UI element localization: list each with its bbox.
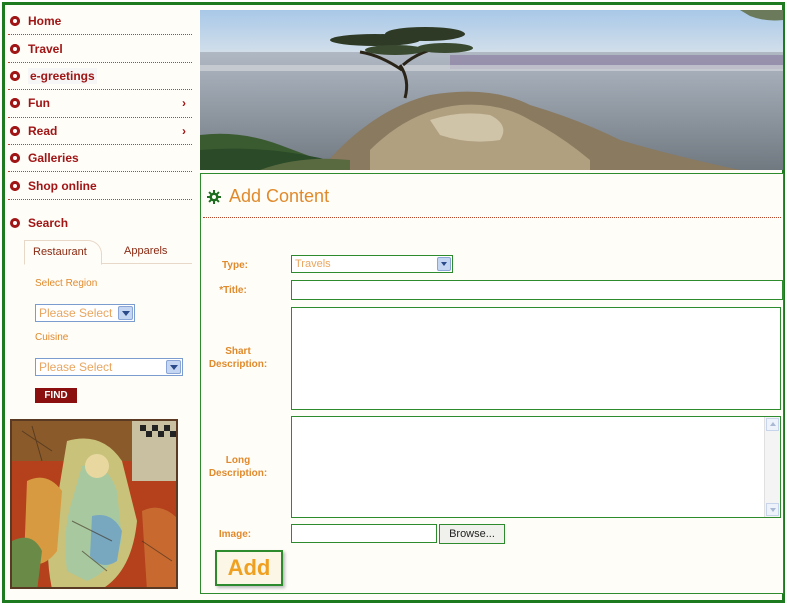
nav-label: e-greetings <box>28 67 97 84</box>
page-title: Add Content <box>229 186 330 206</box>
nav-item-shop-online[interactable]: Shop online <box>8 172 192 200</box>
circle-bullet-icon <box>10 217 20 228</box>
scroll-down-icon[interactable] <box>766 503 779 516</box>
textarea-scrollbar[interactable] <box>764 417 780 517</box>
circle-bullet-icon <box>10 125 20 136</box>
chevron-down-icon <box>166 359 181 374</box>
chevron-down-icon <box>118 305 133 320</box>
circle-bullet-icon <box>10 180 20 191</box>
circle-bullet-icon <box>10 98 20 109</box>
nav-item-e-greetings[interactable]: e-greetings <box>8 63 192 91</box>
nav-item-galleries[interactable]: Galleries <box>8 145 192 173</box>
cuisine-select-value: Please Select <box>39 359 113 374</box>
cuisine-label: Cuisine <box>35 331 69 343</box>
landscape-graphic <box>200 10 783 170</box>
search-tabs: Restaurant Apparels <box>24 239 192 265</box>
panel-title: Add Content <box>207 186 329 207</box>
nav-label: Shop online <box>28 178 97 193</box>
find-button[interactable]: FIND <box>35 387 77 403</box>
circle-bullet-icon <box>10 153 20 164</box>
long-description-label-line1: Long <box>225 455 251 466</box>
short-description-textarea[interactable] <box>291 307 781 410</box>
type-select-value: Travels <box>295 258 331 270</box>
select-region-label: Select Region <box>35 277 98 289</box>
nav-label: Fun <box>28 96 50 111</box>
search-form: Select Region Please Select Cuisine Plea… <box>8 264 192 404</box>
nav-label: Read <box>28 123 58 138</box>
title-label: *Title: <box>219 285 247 296</box>
type-select[interactable]: Travels <box>291 255 453 273</box>
image-label: Image: <box>218 529 252 540</box>
add-button[interactable]: Add <box>215 550 283 586</box>
cuisine-select[interactable]: Please Select <box>35 357 183 376</box>
tab-restaurant[interactable]: Restaurant <box>24 239 102 265</box>
title-divider <box>203 217 781 218</box>
long-description-textarea[interactable] <box>291 416 781 518</box>
circle-bullet-icon <box>10 43 20 54</box>
title-input[interactable] <box>291 280 783 300</box>
region-select[interactable]: Please Select <box>35 303 135 322</box>
chevron-right-icon: › <box>182 123 186 138</box>
nav-label: Home <box>28 14 62 29</box>
header-banner-image <box>200 10 783 170</box>
tab-apparels[interactable]: Apparels <box>124 240 167 264</box>
chevron-right-icon: › <box>182 96 186 111</box>
search-heading-label: Search <box>28 215 69 230</box>
nav-label: Travel <box>28 41 63 56</box>
region-select-value: Please Select <box>39 305 113 320</box>
short-description-label-line2: Description: <box>208 359 268 370</box>
nav-label: Galleries <box>28 151 79 166</box>
painting-graphic <box>12 421 176 587</box>
search-heading: Search <box>8 206 192 240</box>
chevron-down-icon <box>437 257 451 271</box>
scroll-up-icon[interactable] <box>766 418 779 431</box>
circle-bullet-icon <box>10 70 20 81</box>
short-description-label-line1: Shart <box>225 346 251 357</box>
image-file-input[interactable] <box>291 524 437 543</box>
nav-item-travel[interactable]: Travel <box>8 35 192 63</box>
circle-bullet-icon <box>10 16 20 27</box>
nav-item-fun[interactable]: Fun › <box>8 90 192 118</box>
long-description-label-line2: Description: <box>208 468 268 479</box>
nav-item-home[interactable]: Home <box>8 8 192 36</box>
browse-button[interactable]: Browse... <box>439 524 505 544</box>
artwork-image <box>10 419 178 589</box>
add-content-panel: Add Content Type: Travels *Title: Shart … <box>200 173 784 594</box>
nav-item-read[interactable]: Read › <box>8 118 192 145</box>
type-label: Type: <box>222 260 248 271</box>
gear-icon <box>207 189 221 204</box>
